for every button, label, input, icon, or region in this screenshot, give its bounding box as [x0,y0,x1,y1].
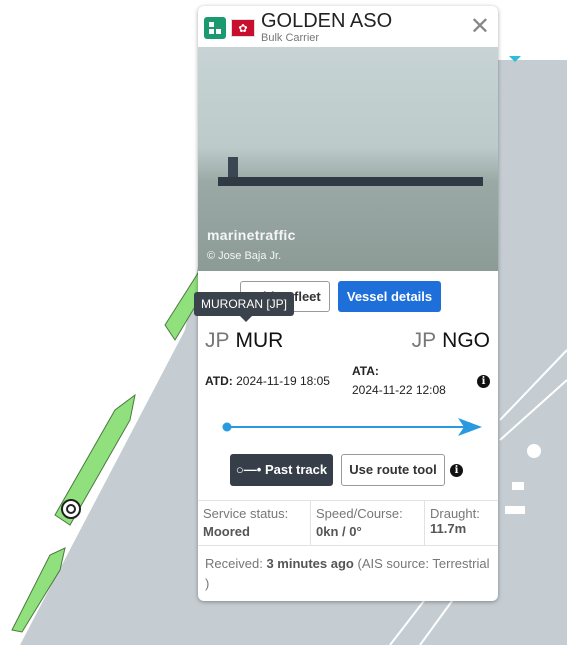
status-grid: Service status: Moored Speed/Course: 0kn /… [198,500,498,546]
info-icon[interactable]: i [477,375,490,388]
track-icon: ○—• [235,462,262,477]
port-tooltip: MURORAN [JP] [194,292,295,322]
received-info: Received: 3 minutes ago (AIS source: Ter… [205,556,490,591]
route-tool-button[interactable]: Use route tool [341,454,445,486]
info-icon[interactable]: i [450,464,463,477]
atd: ATD: 2024-11-19 18:05 [205,374,330,388]
anchor-marker[interactable] [61,499,81,519]
map-feature [505,506,525,514]
map-feature [527,444,541,458]
arrival-port[interactable]: JP NGO [412,329,490,353]
route-progress [222,418,482,436]
photo-credit: © Jose Baja Jr. [207,250,282,262]
vessel-type-icon [204,17,226,39]
watermark: marinetraffic [207,227,296,243]
ata-label: ATA: [352,364,379,378]
past-track-button[interactable]: ○—• Past track [230,454,333,486]
vessel-name[interactable]: GOLDEN ASO [261,10,392,33]
close-icon[interactable]: ✕ [470,12,490,41]
vessel-details-button[interactable]: Vessel details [338,281,441,312]
departure-port[interactable]: JP MUR [205,329,283,353]
draught: Draught: 11.7m [430,506,480,536]
speed-course: Speed/Course: 0kn / 0° [311,501,425,545]
vessel-popup: ✿ GOLDEN ASO Bulk Carrier ✕ marinetraffi… [194,6,498,601]
ata-value: 2024-11-22 12:08 [352,383,446,397]
popup-header: ✿ GOLDEN ASO Bulk Carrier ✕ [198,6,498,48]
departure-dot [222,422,232,432]
vessel-type: Bulk Carrier [261,32,320,44]
vessel-photo[interactable]: marinetraffic © Jose Baja Jr. [198,47,498,271]
service-status: Service status: Moored [198,501,311,545]
hong-kong-flag-icon: ✿ [231,19,255,37]
map-feature [512,482,524,490]
